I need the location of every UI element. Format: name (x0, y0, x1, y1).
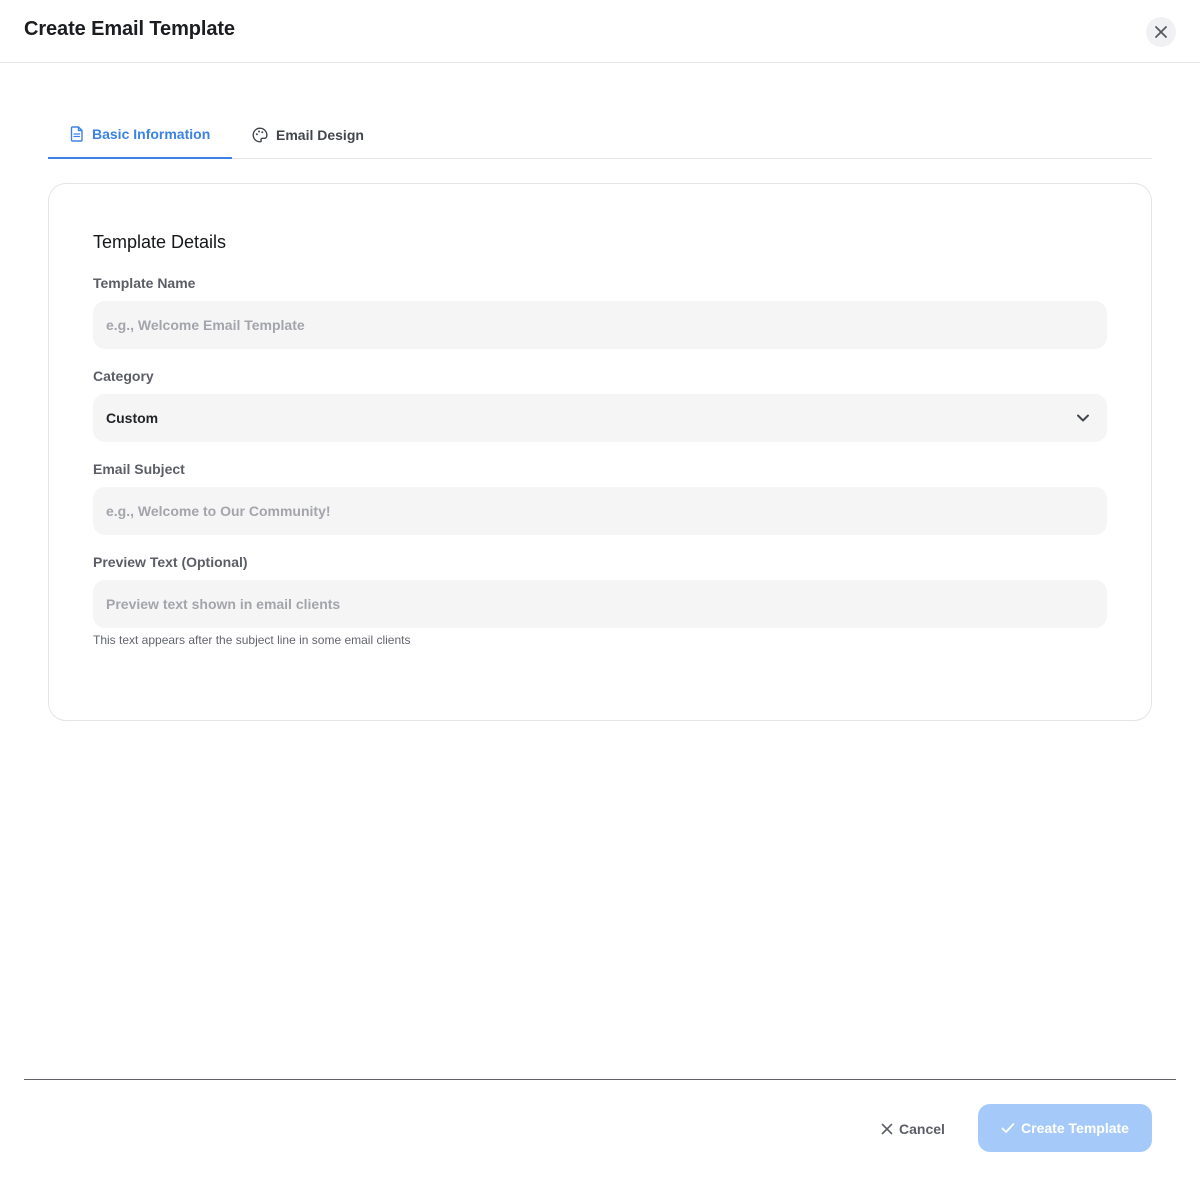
close-icon (881, 1123, 893, 1135)
template-name-input[interactable] (93, 301, 1107, 349)
preview-text-label: Preview Text (Optional) (93, 554, 248, 570)
check-icon (1001, 1123, 1015, 1133)
tab-basic-information[interactable]: Basic Information (48, 110, 232, 159)
section-title: Template Details (93, 232, 227, 252)
palette-icon (252, 127, 268, 143)
email-subject-input[interactable] (93, 487, 1107, 535)
template-name-label: Template Name (93, 275, 196, 291)
email-subject-label: Email Subject (93, 461, 185, 477)
document-icon (70, 125, 84, 142)
preview-text-input[interactable] (93, 580, 1107, 628)
cancel-button[interactable]: Cancel (868, 1106, 958, 1152)
category-selected-value: Custom (106, 410, 159, 426)
create-template-button[interactable]: Create Template (978, 1104, 1152, 1152)
tab-label: Email Design (276, 126, 364, 143)
template-details-card: Template Details Template Name Category … (48, 183, 1152, 721)
tab-bar: Basic Information Email Design (48, 110, 1152, 159)
cancel-label: Cancel (899, 1121, 945, 1137)
preview-text-hint: This text appears after the subject line… (93, 633, 411, 647)
create-template-label: Create Template (1021, 1120, 1129, 1136)
close-icon (1155, 26, 1167, 38)
modal-title: Create Email Template (24, 18, 235, 40)
modal-header: Create Email Template (0, 0, 1200, 63)
category-select[interactable]: Custom (93, 394, 1107, 442)
tab-label: Basic Information (92, 125, 211, 142)
category-label: Category (93, 368, 154, 384)
footer-divider (24, 1079, 1176, 1080)
tab-email-design[interactable]: Email Design (252, 110, 364, 159)
close-button[interactable] (1146, 17, 1176, 47)
chevron-down-icon (1076, 413, 1094, 423)
